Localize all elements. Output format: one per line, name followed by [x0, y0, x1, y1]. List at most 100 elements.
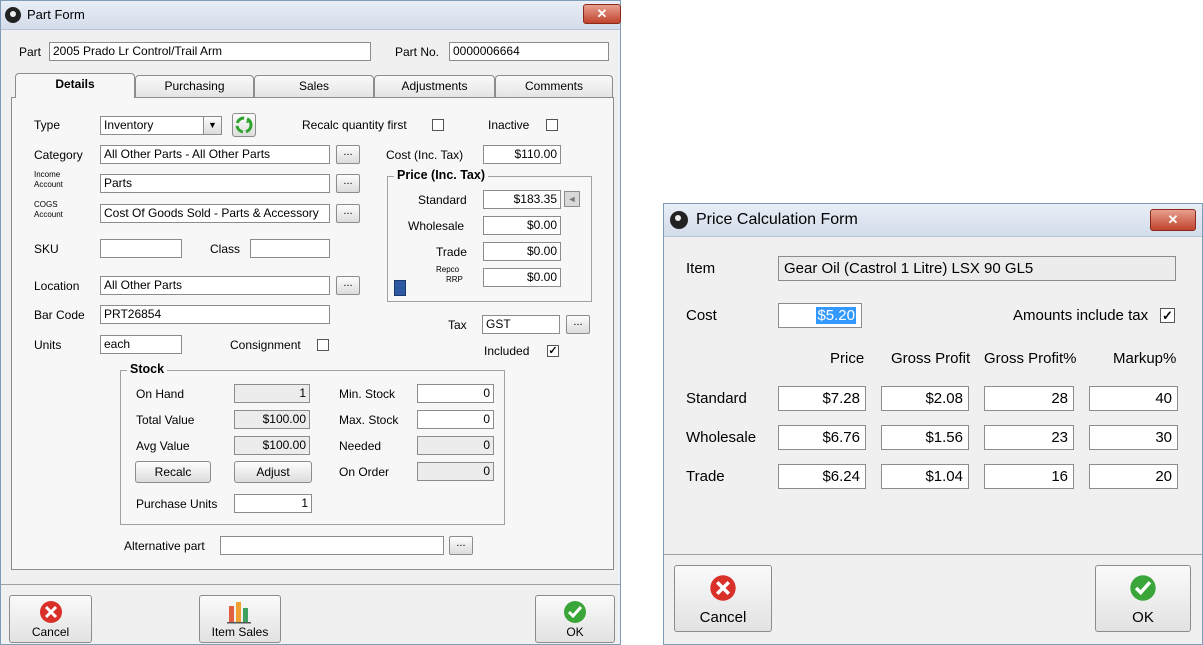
- app-icon: [5, 7, 21, 23]
- trade-price-input[interactable]: $6.24: [778, 464, 866, 489]
- standard-price-input[interactable]: $7.28: [778, 386, 866, 411]
- cogs-account-input[interactable]: Cost Of Goods Sold - Parts & Accessory: [100, 204, 330, 223]
- total-value-label: Total Value: [136, 413, 195, 427]
- tax-input[interactable]: GST: [482, 315, 560, 334]
- ok-button[interactable]: OK: [1095, 565, 1191, 632]
- type-label: Type: [34, 118, 61, 132]
- item-sales-button[interactable]: Item Sales: [199, 595, 281, 643]
- ok-button-label: OK: [566, 625, 584, 639]
- price-calc-titlebar: Price Calculation Form ✕: [664, 204, 1202, 237]
- cancel-button[interactable]: Cancel: [9, 595, 92, 643]
- checkmark-icon: [564, 601, 586, 623]
- column-markup-pct-header: Markup%: [1113, 350, 1177, 367]
- trade-price-input[interactable]: $0.00: [483, 242, 561, 261]
- alternative-part-input[interactable]: [220, 536, 444, 555]
- close-button[interactable]: ✕: [1150, 209, 1196, 231]
- class-input[interactable]: [250, 239, 330, 258]
- part-input[interactable]: 2005 Prado Lr Control/Trail Arm: [49, 42, 371, 61]
- ok-button[interactable]: OK: [535, 595, 615, 643]
- trade-markup-pct-input[interactable]: 20: [1089, 464, 1178, 489]
- tab-details[interactable]: Details: [15, 73, 135, 98]
- calculator-icon[interactable]: [394, 280, 406, 296]
- close-button[interactable]: ✕: [583, 4, 621, 24]
- category-input[interactable]: All Other Parts - All Other Parts: [100, 145, 330, 164]
- tab-purchasing[interactable]: Purchasing: [135, 75, 254, 97]
- income-browse-button[interactable]: ...: [336, 174, 360, 193]
- barcode-input[interactable]: PRT26854: [100, 305, 330, 324]
- min-stock-input[interactable]: 0: [417, 384, 494, 403]
- units-input[interactable]: each: [100, 335, 182, 354]
- min-stock-label: Min. Stock: [339, 387, 396, 401]
- on-hand-value: 1: [234, 384, 310, 403]
- recalc-button[interactable]: Recalc: [135, 461, 211, 483]
- cost-input[interactable]: $5.20: [778, 303, 862, 328]
- cancel-button[interactable]: Cancel: [674, 565, 772, 632]
- wholesale-price-input[interactable]: $0.00: [483, 216, 561, 235]
- standard-markup-pct-input[interactable]: 40: [1089, 386, 1178, 411]
- trade-gross-profit-input[interactable]: $1.04: [881, 464, 969, 489]
- repco-label-2: RRP: [446, 275, 463, 284]
- tax-label: Tax: [448, 318, 467, 332]
- item-label: Item: [686, 260, 716, 277]
- part-form-titlebar: Part Form ✕: [1, 1, 621, 30]
- tab-comments[interactable]: Comments: [495, 75, 613, 97]
- item-sales-button-label: Item Sales: [211, 625, 269, 639]
- category-browse-button[interactable]: ...: [336, 145, 360, 164]
- amounts-include-tax-label: Amounts include tax: [1013, 307, 1149, 324]
- column-price-header: Price: [830, 350, 865, 367]
- location-label: Location: [34, 279, 80, 293]
- cogs-label-2: Account: [34, 210, 63, 219]
- purchase-units-label: Purchase Units: [136, 497, 218, 511]
- on-hand-label: On Hand: [136, 387, 185, 401]
- consignment-checkbox[interactable]: [317, 339, 329, 351]
- repco-rrp-input[interactable]: $0.00: [483, 268, 561, 287]
- part-no-input[interactable]: 0000006664: [449, 42, 609, 61]
- recalc-quantity-checkbox[interactable]: [432, 119, 444, 131]
- tax-browse-button[interactable]: ...: [566, 315, 590, 334]
- cogs-browse-button[interactable]: ...: [336, 204, 360, 223]
- included-checkbox[interactable]: ✓: [547, 345, 559, 357]
- arrow-left-icon[interactable]: ◄: [564, 191, 580, 207]
- wholesale-price-label: Wholesale: [408, 219, 465, 233]
- standard-gross-profit-pct-input[interactable]: 28: [984, 386, 1074, 411]
- wholesale-markup-pct-input[interactable]: 30: [1089, 425, 1178, 450]
- wholesale-price-input[interactable]: $6.76: [778, 425, 866, 450]
- purchase-units-input[interactable]: 1: [234, 494, 312, 513]
- adjust-button[interactable]: Adjust: [234, 461, 312, 483]
- on-order-value: 0: [417, 462, 494, 481]
- price-calc-window: Price Calculation Form ✕ Item Gear Oil (…: [663, 203, 1203, 645]
- max-stock-input[interactable]: 0: [417, 410, 494, 429]
- type-select[interactable]: Inventory ▼: [100, 116, 222, 135]
- location-input[interactable]: All Other Parts: [100, 276, 330, 295]
- tab-adjustments[interactable]: Adjustments: [374, 75, 495, 97]
- repco-label-1: Repco: [436, 265, 460, 274]
- amounts-include-tax-checkbox[interactable]: ✓: [1160, 308, 1175, 323]
- standard-row-label: Standard: [686, 390, 747, 407]
- inactive-checkbox[interactable]: [546, 119, 558, 131]
- cost-input[interactable]: $110.00: [483, 145, 561, 164]
- income-account-input[interactable]: Parts: [100, 174, 330, 193]
- app-icon: [670, 211, 688, 229]
- price-group: Price (Inc. Tax) Standard $183.35 ◄ Whol…: [387, 168, 592, 302]
- wholesale-gross-profit-pct-input[interactable]: 23: [984, 425, 1074, 450]
- max-stock-label: Max. Stock: [339, 413, 399, 427]
- cancel-button-label: Cancel: [699, 609, 747, 626]
- units-label: Units: [34, 338, 62, 352]
- wholesale-gross-profit-input[interactable]: $1.56: [881, 425, 969, 450]
- inactive-label: Inactive: [488, 118, 530, 132]
- wholesale-row-label: Wholesale: [686, 429, 757, 446]
- sku-input[interactable]: [100, 239, 182, 258]
- alternative-browse-button[interactable]: ...: [449, 536, 473, 555]
- bottom-divider: [1, 584, 620, 585]
- location-browse-button[interactable]: ...: [336, 276, 360, 295]
- tab-sales[interactable]: Sales: [254, 75, 374, 97]
- standard-price-input[interactable]: $183.35: [483, 190, 561, 209]
- recycle-icon[interactable]: [232, 113, 256, 137]
- standard-gross-profit-input[interactable]: $2.08: [881, 386, 969, 411]
- stock-group: Stock On Hand 1 Total Value $100.00 Avg …: [120, 362, 505, 525]
- details-panel: Type Inventory ▼ Recalc quantity first I…: [11, 97, 614, 570]
- income-label-2: Account: [34, 180, 63, 189]
- trade-gross-profit-pct-input[interactable]: 16: [984, 464, 1074, 489]
- cancel-icon: [710, 575, 736, 601]
- needed-value: 0: [417, 436, 494, 455]
